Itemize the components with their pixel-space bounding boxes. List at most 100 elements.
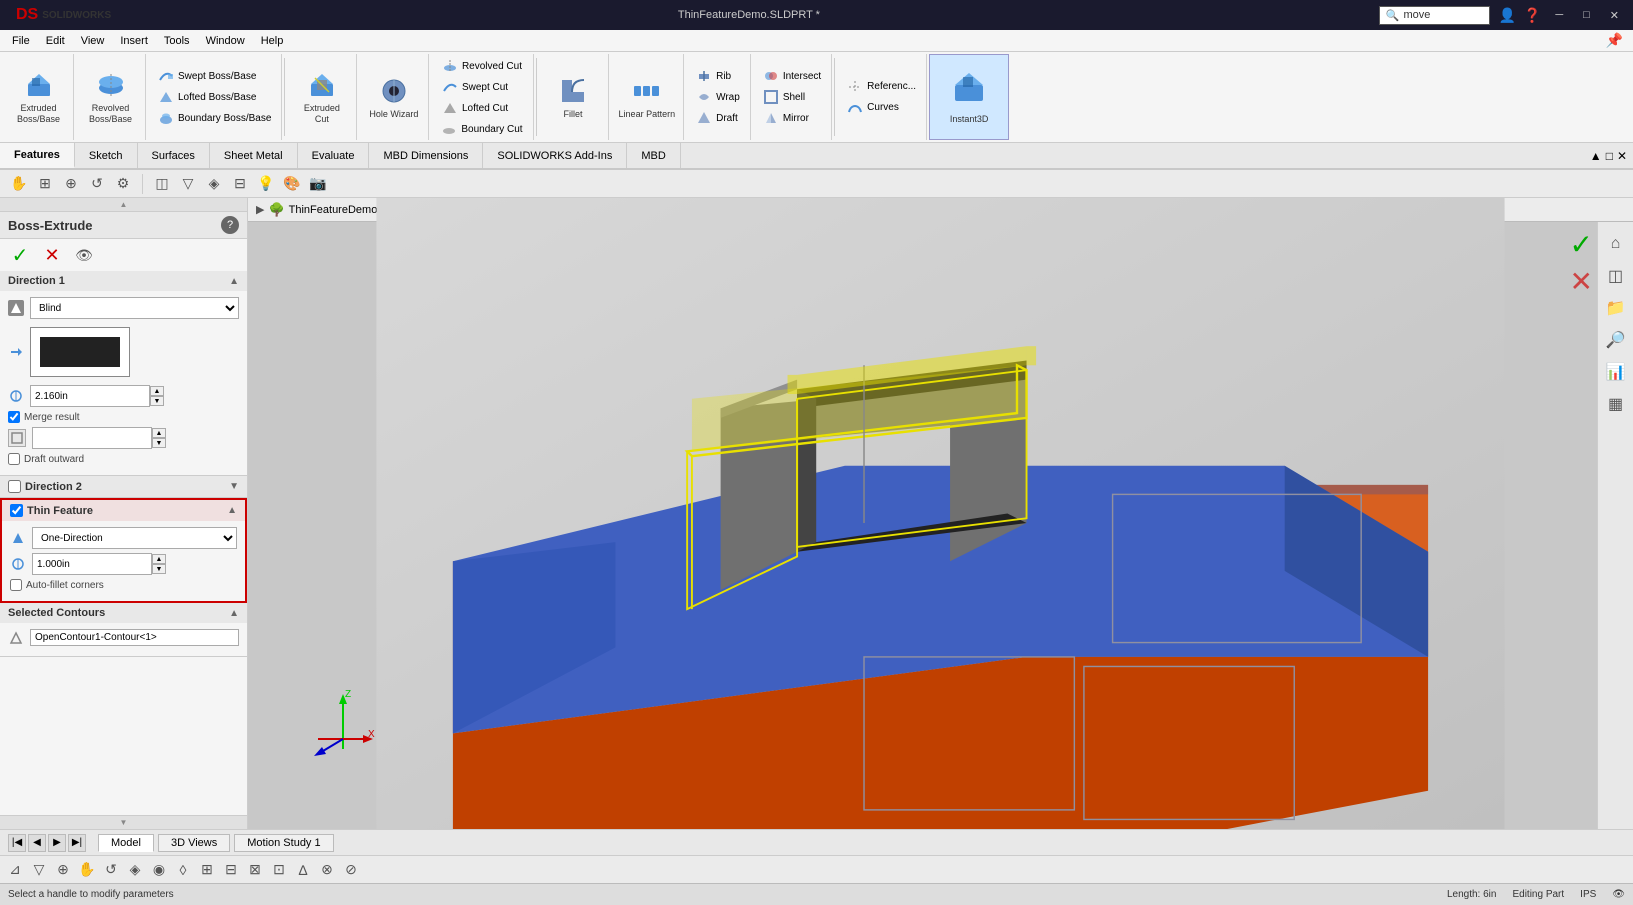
boundary-cut-btn[interactable]: Boundary Cut xyxy=(437,120,526,138)
selected-contours-header[interactable]: Selected Contours ▲ xyxy=(0,603,247,623)
cmd-filter-btn[interactable]: ▽ xyxy=(177,173,199,195)
tab-addins[interactable]: SOLIDWORKS Add-Ins xyxy=(483,143,627,168)
tab-features[interactable]: Features xyxy=(0,143,75,168)
draft-btn[interactable]: Draft xyxy=(692,108,744,128)
extra-icon-btn[interactable] xyxy=(8,429,26,447)
boundary-boss-btn[interactable]: Boundary Boss/Base xyxy=(154,108,275,128)
reference-btn[interactable]: Referenc... xyxy=(843,77,920,97)
rib-btn[interactable]: Rib xyxy=(692,66,744,86)
revolved-cut-btn[interactable]: Revolved Cut xyxy=(438,56,526,76)
direction2-header[interactable]: Direction 2 ▼ xyxy=(0,476,247,497)
search-box[interactable]: 🔍 xyxy=(1379,6,1491,25)
fillet-btn[interactable]: Fillet xyxy=(539,54,609,140)
cmd-appearance-btn[interactable]: 🎨 xyxy=(281,173,303,195)
bt-view-btn[interactable]: ⊞ xyxy=(196,859,218,881)
confirm-cancel-btn[interactable]: ✕ xyxy=(1570,265,1593,298)
direction1-header[interactable]: Direction 1 ▲ xyxy=(0,271,247,291)
thin-feature-checkbox[interactable] xyxy=(10,504,23,517)
bt-select-btn[interactable]: ⊿ xyxy=(4,859,26,881)
bottom-tab-3dviews[interactable]: 3D Views xyxy=(158,834,230,852)
close-btn[interactable]: ✕ xyxy=(1604,7,1625,24)
bottom-tab-model[interactable]: Model xyxy=(98,834,154,852)
search-input[interactable] xyxy=(1403,9,1483,21)
direction2-checkbox[interactable] xyxy=(8,480,21,493)
bottom-tab-motion[interactable]: Motion Study 1 xyxy=(234,834,333,852)
bt-rotate-btn[interactable]: ↺ xyxy=(100,859,122,881)
nav-next-btn[interactable]: ▶ xyxy=(48,834,66,852)
nav-first-btn[interactable]: |◀ xyxy=(8,834,26,852)
linear-pattern-btn[interactable]: Linear Pattern xyxy=(611,54,685,140)
cmd-section-btn[interactable]: ⊟ xyxy=(229,173,251,195)
cmd-lights-btn[interactable]: 💡 xyxy=(255,173,277,195)
zoom-fit-btn[interactable]: 🔎 xyxy=(1602,326,1630,354)
bt-filter-btn[interactable]: ▽ xyxy=(28,859,50,881)
cmd-settings-btn[interactable]: ⚙ xyxy=(112,173,134,195)
table-btn[interactable]: ▦ xyxy=(1602,390,1630,418)
tab-mbd-dimensions[interactable]: MBD Dimensions xyxy=(369,143,483,168)
depth-up-btn[interactable]: ▲ xyxy=(150,386,164,396)
cmd-pan-btn[interactable]: ⊕ xyxy=(60,173,82,195)
nav-prev-btn[interactable]: ◀ xyxy=(28,834,46,852)
bt-visibility-btn[interactable]: ⊟ xyxy=(220,859,242,881)
minimize-btn[interactable]: ─ xyxy=(1549,7,1569,23)
merge-result-checkbox[interactable] xyxy=(8,411,20,423)
extruded-cut-btn[interactable]: ExtrudedCut xyxy=(287,54,357,140)
tab-sheet-metal[interactable]: Sheet Metal xyxy=(210,143,298,168)
thin-direction-select[interactable]: One-Direction Mid-Plane Two-Direction xyxy=(32,527,237,549)
bt-grid-btn[interactable]: ⊘ xyxy=(340,859,362,881)
cmd-camera-btn[interactable]: 📷 xyxy=(307,173,329,195)
bt-display-btn[interactable]: ◊ xyxy=(172,859,194,881)
expand-ribbon-btn[interactable]: □ xyxy=(1606,149,1613,163)
bt-measure-btn[interactable]: ⊡ xyxy=(268,859,290,881)
folder-btn[interactable]: 📁 xyxy=(1602,294,1630,322)
maximize-btn[interactable]: □ xyxy=(1577,7,1596,23)
confirm-check-btn[interactable]: ✓ xyxy=(1570,228,1593,261)
account-icon[interactable]: 👤 xyxy=(1498,7,1515,24)
thin-thickness-up-btn[interactable]: ▲ xyxy=(152,554,166,564)
help-icon[interactable]: ❓ xyxy=(1524,7,1541,24)
swept-boss-btn[interactable]: Swept Boss/Base xyxy=(154,66,275,86)
tab-surfaces[interactable]: Surfaces xyxy=(138,143,210,168)
layers-btn[interactable]: ◫ xyxy=(1602,262,1630,290)
extra-input[interactable] xyxy=(32,427,152,449)
tab-evaluate[interactable]: Evaluate xyxy=(298,143,370,168)
menu-help[interactable]: Help xyxy=(253,33,292,49)
thin-thickness-down-btn[interactable]: ▼ xyxy=(152,564,166,574)
revolved-boss-btn[interactable]: RevolvedBoss/Base xyxy=(76,54,146,140)
menu-insert[interactable]: Insert xyxy=(112,33,156,49)
cmd-select-btn[interactable]: ✋ xyxy=(8,173,30,195)
collapse-ribbon-btn[interactable]: ▲ xyxy=(1590,149,1602,163)
panel-top-handle[interactable]: ▲ xyxy=(0,198,247,212)
bt-pan-btn[interactable]: ✋ xyxy=(76,859,98,881)
viewport-3d[interactable]: ✓ ✕ xyxy=(248,198,1633,829)
nav-last-btn[interactable]: ▶| xyxy=(68,834,86,852)
accept-btn[interactable]: ✓ xyxy=(8,243,32,267)
auto-fillet-checkbox[interactable] xyxy=(10,579,22,591)
bt-zoom-btn[interactable]: ⊕ xyxy=(52,859,74,881)
pie-chart-btn[interactable]: 📊 xyxy=(1602,358,1630,386)
intersect-btn[interactable]: Intersect xyxy=(759,66,825,86)
extra-up-btn[interactable]: ▲ xyxy=(152,428,166,438)
preview-btn[interactable]: 👁 xyxy=(72,243,96,267)
thin-feature-header[interactable]: Thin Feature ▲ xyxy=(2,500,245,521)
menu-view[interactable]: View xyxy=(73,33,113,49)
bt-snap-btn[interactable]: ⊗ xyxy=(316,859,338,881)
tab-sketch[interactable]: Sketch xyxy=(75,143,138,168)
menu-file[interactable]: File xyxy=(4,33,38,49)
panel-help-btn[interactable]: ? xyxy=(221,216,239,234)
lofted-boss-btn[interactable]: Lofted Boss/Base xyxy=(154,87,275,107)
close-ribbon-btn[interactable]: ✕ xyxy=(1617,149,1627,163)
shell-btn[interactable]: Shell xyxy=(759,87,825,107)
cmd-display-btn[interactable]: ◈ xyxy=(203,173,225,195)
bt-sketch-btn[interactable]: ⊠ xyxy=(244,859,266,881)
bt-section-btn[interactable]: ◈ xyxy=(124,859,146,881)
tab-mbd[interactable]: MBD xyxy=(627,143,680,168)
wrap-btn[interactable]: Wrap xyxy=(692,87,744,107)
menu-window[interactable]: Window xyxy=(198,33,253,49)
extruded-boss-btn[interactable]: ExtrudedBoss/Base xyxy=(4,54,74,140)
bt-shading-btn[interactable]: ◉ xyxy=(148,859,170,881)
home-view-btn[interactable]: ⌂ xyxy=(1602,230,1630,258)
depth-input[interactable]: 2.160in xyxy=(30,385,150,407)
depth-down-btn[interactable]: ▼ xyxy=(150,396,164,406)
swept-cut-btn[interactable]: Swept Cut xyxy=(438,77,526,97)
